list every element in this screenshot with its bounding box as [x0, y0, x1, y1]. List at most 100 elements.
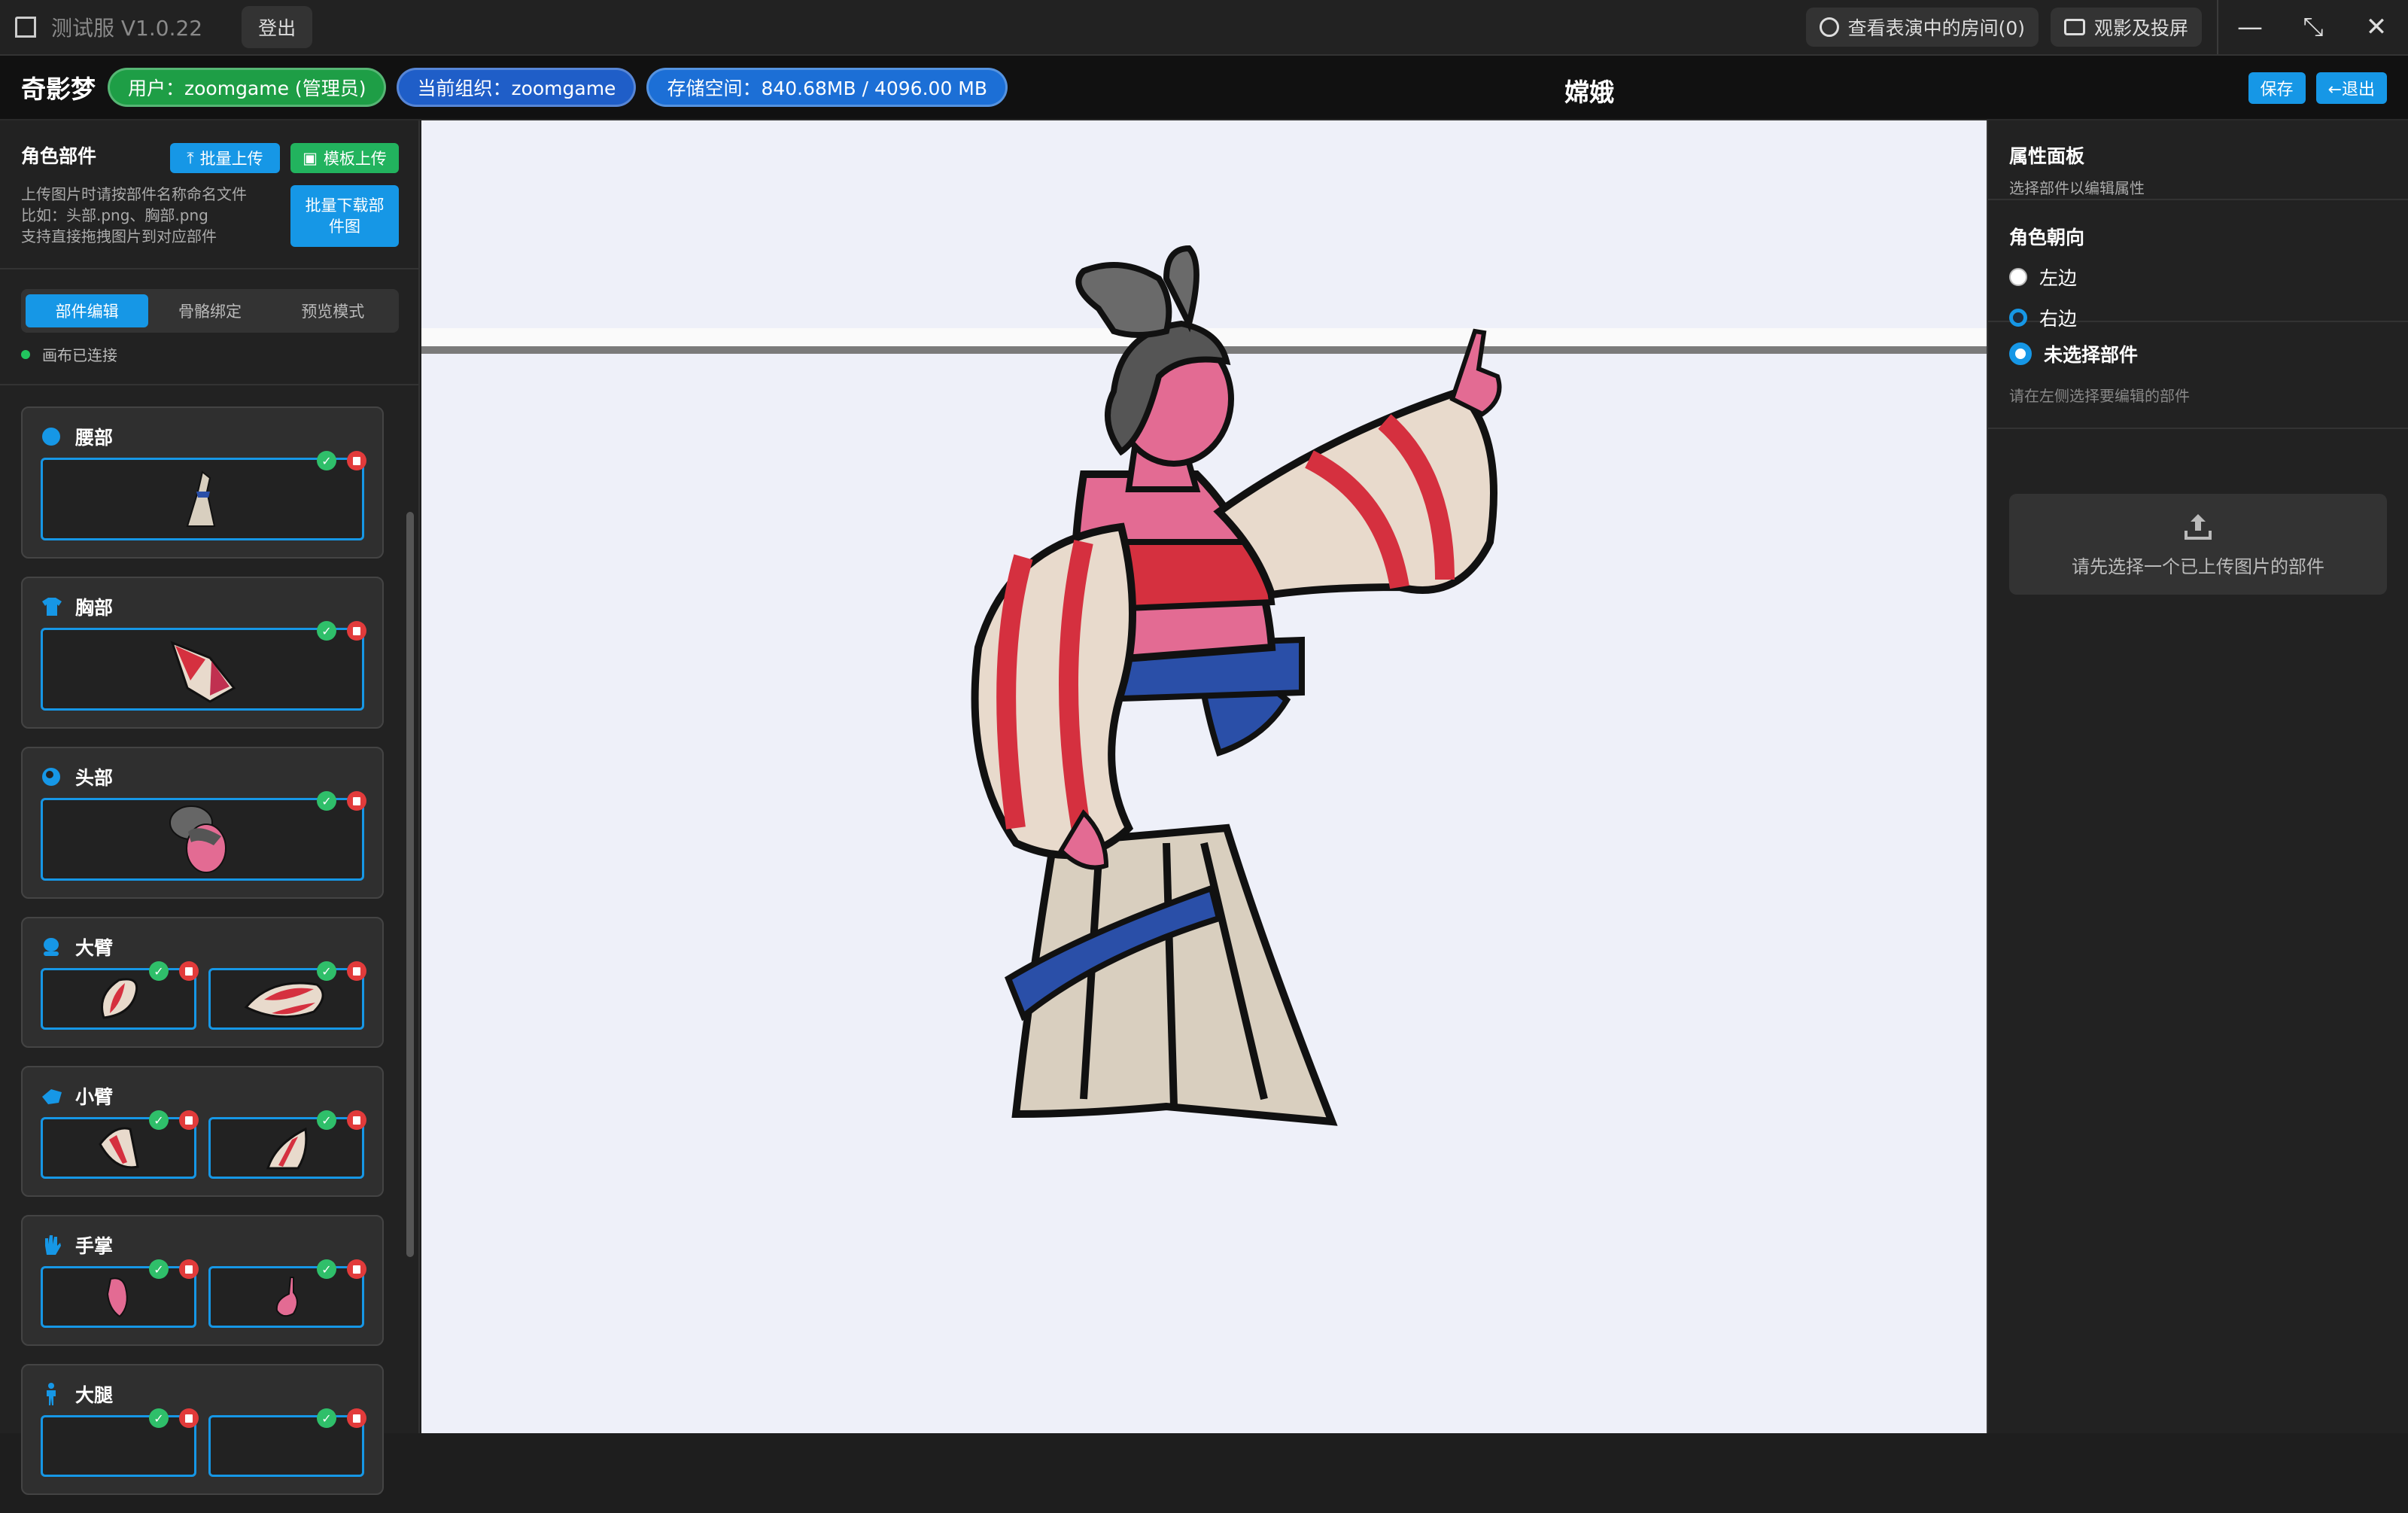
- logout-button[interactable]: 登出: [242, 6, 313, 48]
- save-button[interactable]: 保存: [2248, 72, 2306, 104]
- radio-right[interactable]: [2009, 309, 2027, 327]
- part-card-head[interactable]: 头部 ✓: [21, 747, 384, 899]
- batch-upload-button[interactable]: ⤒ 批量上传: [170, 143, 280, 173]
- part-thumbnail: [244, 982, 324, 1018]
- view-rooms-button[interactable]: 查看表演中的房间(0): [1805, 8, 2039, 47]
- parts-scrollbar[interactable]: [406, 512, 414, 1257]
- part-thumbnail: [170, 641, 236, 703]
- close-window-button[interactable]: ✕: [2345, 0, 2408, 54]
- tab-bone-binding[interactable]: 骨骼绑定: [148, 294, 271, 327]
- part-card-thigh[interactable]: 大腿 ✓ ✓: [21, 1364, 384, 1495]
- check-icon: ✓: [149, 1110, 169, 1130]
- org-badge[interactable]: 当前组织：zoomgame: [397, 68, 637, 107]
- minimize-button[interactable]: —: [2218, 0, 2282, 54]
- delete-icon[interactable]: [347, 621, 366, 641]
- check-icon: ✓: [149, 961, 169, 981]
- batch-download-button[interactable]: 批量下载部件图: [290, 185, 399, 247]
- app-title: 测试服 V1.0.22: [51, 16, 203, 41]
- part-name: 胸部: [75, 597, 114, 619]
- check-icon: ✓: [317, 961, 336, 981]
- part-name: 小臂: [75, 1086, 114, 1108]
- part-slot-right[interactable]: ✓: [208, 1110, 366, 1179]
- parts-list: 腰部 ✓ 胸部 ✓ 头部 ✓ 大臂 ✓ ✓ 小臂 ✓ ✓ 手掌 ✓ ✓ 大腿 ✓…: [21, 406, 384, 1513]
- shirt-icon: [41, 596, 62, 617]
- no-selection-row: 未选择部件: [2009, 340, 2387, 367]
- template-upload-button[interactable]: ▣ 模板上传: [290, 143, 399, 173]
- part-thumbnail: [266, 1127, 307, 1170]
- storage-badge: 存储空间：840.68MB / 4096.00 MB: [646, 68, 1008, 107]
- leg-icon: [41, 1383, 62, 1405]
- delete-icon[interactable]: [347, 451, 366, 470]
- delete-icon[interactable]: [347, 1259, 366, 1279]
- part-slot[interactable]: ✓: [41, 791, 366, 881]
- head-icon: [41, 766, 62, 787]
- cast-label: 观影及投屏: [2093, 17, 2188, 39]
- radio-left[interactable]: [2009, 268, 2027, 286]
- part-slot-right[interactable]: ✓: [208, 1408, 366, 1477]
- delete-icon[interactable]: [179, 1259, 199, 1279]
- part-card-forearm[interactable]: 小臂 ✓ ✓: [21, 1066, 384, 1197]
- restore-button[interactable]: ⤡: [2282, 0, 2345, 54]
- stage-canvas[interactable]: [421, 120, 1987, 1433]
- batch-upload-label: 批量上传: [199, 150, 263, 168]
- part-slot[interactable]: ✓: [41, 621, 366, 711]
- part-card-waist[interactable]: 腰部 ✓: [21, 406, 384, 559]
- facing-left-label: 左边: [2039, 267, 2078, 289]
- check-icon: ✓: [317, 621, 336, 641]
- delete-icon[interactable]: [179, 1110, 199, 1130]
- delete-icon[interactable]: [179, 961, 199, 981]
- part-image-upload[interactable]: 请先选择一个已上传图片的部件: [2009, 494, 2387, 595]
- check-icon: ✓: [317, 1259, 336, 1279]
- part-thumbnail: [98, 1127, 139, 1169]
- part-thumbnail: [100, 978, 138, 1019]
- divider: [1988, 428, 2408, 429]
- part-card-hand[interactable]: 手掌 ✓ ✓: [21, 1215, 384, 1346]
- check-icon: ✓: [317, 451, 336, 470]
- app-header: 奇影梦 用户：zoomgame (管理员) 当前组织：zoomgame 存储空间…: [0, 56, 2408, 120]
- selection-indicator-icon: [2009, 342, 2032, 365]
- part-card-upper-arm[interactable]: 大臂 ✓ ✓: [21, 917, 384, 1048]
- no-selection-hint: 请在左侧选择要编辑的部件: [2009, 387, 2190, 405]
- user-badge: 用户：zoomgame (管理员): [108, 68, 387, 107]
- part-thumbnail: [169, 805, 227, 873]
- delete-icon[interactable]: [347, 961, 366, 981]
- part-name: 腰部: [75, 427, 114, 449]
- check-icon: ✓: [149, 1408, 169, 1428]
- upload-icon: ⤒: [187, 148, 194, 167]
- delete-icon[interactable]: [347, 791, 366, 811]
- part-slot-right[interactable]: ✓: [208, 961, 366, 1030]
- part-name: 大腿: [75, 1384, 114, 1406]
- tab-preview[interactable]: 预览模式: [272, 294, 394, 327]
- part-name: 手掌: [75, 1235, 114, 1257]
- hand-icon: [41, 1234, 62, 1256]
- cast-button[interactable]: 观影及投屏: [2050, 8, 2202, 47]
- part-slot-left[interactable]: ✓: [41, 961, 199, 1030]
- batch-download-label: 批量下载部件图: [305, 196, 385, 236]
- upload-hint-label: 请先选择一个已上传图片的部件: [2072, 556, 2324, 577]
- part-name: 头部: [75, 767, 114, 789]
- exit-button[interactable]: ←退出: [2315, 72, 2387, 104]
- part-card-chest[interactable]: 胸部 ✓: [21, 577, 384, 729]
- check-icon: ✓: [149, 1259, 169, 1279]
- part-slot-right[interactable]: ✓: [208, 1259, 366, 1328]
- image-icon: ▣: [303, 149, 318, 167]
- delete-icon[interactable]: [179, 1408, 199, 1428]
- delete-icon[interactable]: [347, 1408, 366, 1428]
- part-slot[interactable]: ✓: [41, 451, 366, 540]
- character-figure[interactable]: [421, 120, 1987, 1433]
- facing-title: 角色朝向: [2009, 227, 2085, 248]
- check-icon: ✓: [317, 1408, 336, 1428]
- tab-part-edit[interactable]: 部件编辑: [26, 294, 149, 327]
- home-icon[interactable]: [15, 17, 36, 38]
- facing-option-left[interactable]: 左边: [2009, 263, 2387, 291]
- properties-subtitle: 选择部件以编辑属性: [2009, 179, 2145, 197]
- properties-panel: 属性面板 选择部件以编辑属性 角色朝向 左边 右边 未选择部件 请在左侧选择要编…: [1987, 120, 2408, 1433]
- part-slot-left[interactable]: ✓: [41, 1259, 199, 1328]
- delete-icon[interactable]: [347, 1110, 366, 1130]
- part-slot-left[interactable]: ✓: [41, 1110, 199, 1179]
- arm-icon: [41, 936, 62, 957]
- part-slot-left[interactable]: ✓: [41, 1408, 199, 1477]
- forearm-icon: [41, 1085, 62, 1107]
- parts-panel: 角色部件 上传图片时请按部件名称命名文件 比如：头部.png、胸部.png 支持…: [0, 120, 420, 1495]
- mode-tabs: 部件编辑 骨骼绑定 预览模式: [21, 289, 399, 333]
